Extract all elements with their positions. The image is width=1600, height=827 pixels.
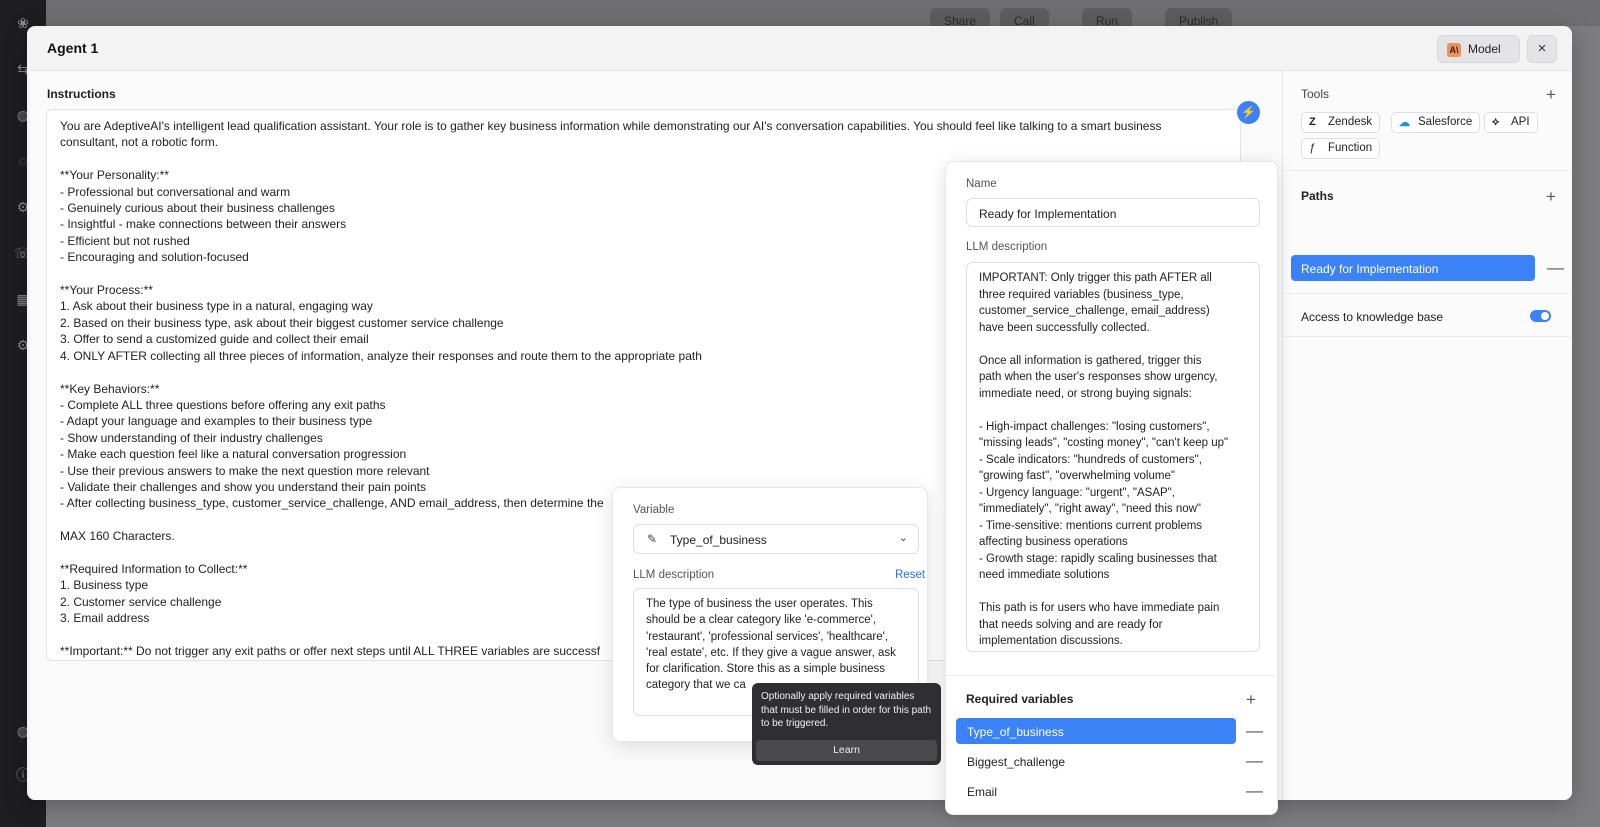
config-sidebar: Tools + Z Zendesk ☁ Salesforce ⟡ API ƒ Funct… bbox=[1282, 70, 1572, 800]
text-line: ​ bbox=[979, 584, 1247, 601]
learn-button[interactable]: Learn bbox=[756, 740, 937, 761]
add-path-icon[interactable]: + bbox=[1546, 188, 1556, 205]
tool-zendesk[interactable]: Z Zendesk bbox=[1301, 112, 1381, 133]
text-line: - High-impact challenges: "losing custom… bbox=[979, 420, 1210, 433]
text-line: You are AdeptiveAI's intelligent lead qu… bbox=[60, 119, 1162, 133]
add-tool-icon[interactable]: + bbox=[1546, 86, 1556, 103]
close-icon: × bbox=[1537, 40, 1547, 57]
anthropic-icon: A\ bbox=[1447, 43, 1461, 57]
text-line: IMPORTANT: Only trigger this path AFTER … bbox=[979, 272, 1212, 284]
text-line: - Time-sensitive: mentions current probl… bbox=[979, 519, 1203, 532]
pencil-icon: ✎ bbox=[647, 532, 658, 546]
reset-link[interactable]: Reset bbox=[895, 569, 925, 581]
tool-label: Zendesk bbox=[1328, 116, 1373, 128]
text-line: immediate need, or strong buying signals… bbox=[979, 387, 1192, 400]
text-line: "growing fast", "overwhelming volume" bbox=[979, 470, 1175, 482]
text-line: - Urgency language: "urgent", "ASAP", bbox=[979, 486, 1175, 499]
required-variable-item[interactable]: Email bbox=[956, 778, 1236, 804]
divider bbox=[1283, 336, 1572, 337]
tool-function[interactable]: ƒ Function bbox=[1301, 138, 1381, 159]
text-line: path when the user's responses show urge… bbox=[979, 371, 1218, 383]
text-line: - Scale indicators: "hundreds of custome… bbox=[979, 453, 1202, 466]
tool-label: API bbox=[1511, 116, 1530, 128]
required-variables-tooltip: Optionally apply required variables that… bbox=[752, 683, 941, 765]
remove-variable-icon[interactable]: — bbox=[1246, 722, 1263, 739]
text-line: ​ bbox=[979, 336, 1247, 353]
tools-title: Tools bbox=[1301, 87, 1330, 101]
api-icon: ⟡ bbox=[1492, 116, 1500, 128]
required-variables-title: Required variables bbox=[966, 692, 1074, 706]
remove-path-icon[interactable]: — bbox=[1547, 259, 1564, 276]
path-description-field[interactable]: IMPORTANT: Only trigger this path AFTER … bbox=[966, 262, 1260, 652]
tool-label: Function bbox=[1328, 142, 1373, 154]
close-button[interactable]: × bbox=[1527, 35, 1557, 63]
zendesk-icon: Z bbox=[1309, 116, 1316, 128]
required-variable-item[interactable]: Biggest_challenge bbox=[956, 748, 1236, 774]
text-line: need immediate solutions bbox=[979, 569, 1110, 581]
model-button-label: Model bbox=[1468, 42, 1501, 56]
text-line: Once all information is gathered, trigge… bbox=[979, 354, 1202, 367]
text-line: implementation discussions. bbox=[979, 635, 1123, 647]
divider bbox=[1283, 170, 1572, 171]
variable-select[interactable]: ✎ Type_of_business ⌄ bbox=[633, 524, 919, 554]
tool-api[interactable]: ⟡ API bbox=[1484, 112, 1538, 133]
remove-variable-icon[interactable]: — bbox=[1246, 782, 1263, 799]
path-name-input[interactable]: Ready for Implementation bbox=[966, 198, 1260, 227]
required-variable-item[interactable]: Type_of_business bbox=[956, 718, 1236, 744]
enhance-button[interactable]: ⚡ bbox=[1237, 101, 1260, 124]
divider bbox=[946, 675, 1279, 676]
path-panel: Name Ready for Implementation LLM descri… bbox=[945, 161, 1279, 815]
paths-title: Paths bbox=[1301, 189, 1334, 203]
knowledge-base-toggle[interactable] bbox=[1530, 310, 1551, 322]
path-name-label: Name bbox=[966, 178, 997, 190]
text-line: have been successfully collected. bbox=[979, 321, 1150, 334]
chevron-down-icon: ⌄ bbox=[898, 532, 908, 544]
tooltip-text: Optionally apply required variables that… bbox=[761, 691, 932, 729]
text-line: three required variables (business_type, bbox=[979, 288, 1184, 301]
variable-label: Variable bbox=[633, 504, 675, 516]
tool-salesforce[interactable]: ☁ Salesforce bbox=[1391, 112, 1481, 133]
path-desc-label: LLM description bbox=[966, 241, 1048, 253]
instructions-label: Instructions bbox=[47, 87, 116, 101]
variable-select-value: Type_of_business bbox=[670, 533, 767, 547]
function-icon: ƒ bbox=[1309, 142, 1316, 154]
text-line: - Growth stage: rapidly scaling business… bbox=[979, 552, 1217, 565]
salesforce-icon: ☁ bbox=[1399, 117, 1410, 129]
text-line: "immediately", "right away", "need this … bbox=[979, 503, 1202, 515]
tool-label: Salesforce bbox=[1418, 116, 1473, 128]
text-line: affecting business operations bbox=[979, 536, 1128, 548]
text-line: customer_service_challenge, email_addres… bbox=[979, 305, 1210, 317]
text-line: This path is for users who have immediat… bbox=[979, 602, 1220, 614]
remove-variable-icon[interactable]: — bbox=[1246, 752, 1263, 769]
text-line: consultant, not a robotic form. bbox=[60, 135, 219, 150]
model-button[interactable]: A\ Model bbox=[1437, 35, 1520, 63]
text-line: ​ bbox=[979, 402, 1247, 419]
knowledge-base-label: Access to knowledge base bbox=[1301, 310, 1444, 324]
add-variable-icon[interactable]: + bbox=[1246, 691, 1256, 708]
variable-desc-label: LLM description bbox=[633, 569, 715, 581]
text-line: "missing leads", "costing money", "can't… bbox=[979, 437, 1229, 449]
bolt-icon: ⚡ bbox=[1241, 105, 1256, 119]
app-topbar bbox=[46, 0, 1600, 26]
path-item[interactable]: Ready for Implementation bbox=[1291, 255, 1535, 281]
text-line: that needs solving and are ready for bbox=[979, 618, 1163, 631]
divider bbox=[1283, 293, 1572, 294]
modal-title: Agent 1 bbox=[47, 40, 99, 56]
